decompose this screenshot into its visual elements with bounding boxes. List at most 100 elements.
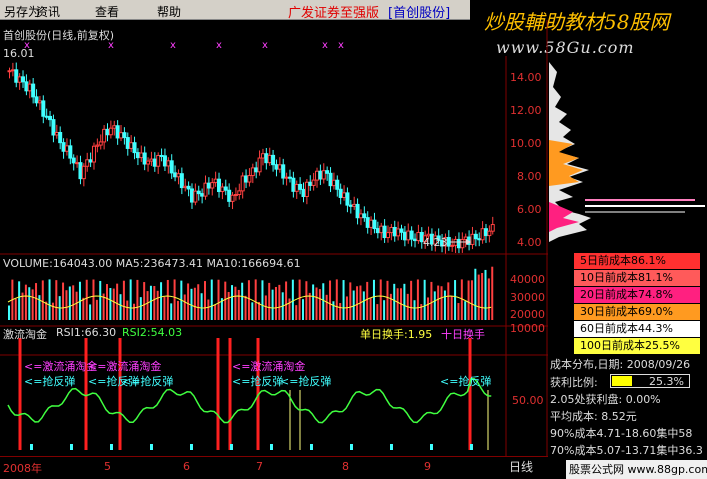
indicator-tick-bar xyxy=(310,444,313,450)
volume-bar xyxy=(244,295,247,320)
volume-bar xyxy=(447,282,450,320)
candle-body xyxy=(483,228,488,237)
volume-bar xyxy=(48,279,51,320)
candle-body xyxy=(345,192,350,206)
volume-tick: 20000 xyxy=(510,308,545,321)
candle-body xyxy=(372,219,377,230)
volume-bar xyxy=(231,285,234,320)
volume-bar xyxy=(254,279,257,320)
candle-body xyxy=(142,152,147,165)
candle-body xyxy=(274,164,279,170)
volume-bar xyxy=(450,296,453,320)
avg-cost: 平均成本: 8.52元 xyxy=(550,410,637,423)
menu-help[interactable]: 帮助 xyxy=(157,3,181,20)
volume-bar xyxy=(295,305,298,320)
candle-body xyxy=(162,155,167,167)
candle-body xyxy=(48,115,53,121)
volume-bar xyxy=(396,288,399,320)
volume-bar xyxy=(214,304,217,320)
candle-body xyxy=(473,233,478,240)
volume-bar xyxy=(268,282,271,320)
candle-body xyxy=(112,125,117,129)
cost-row-30: 30日前成本69.0% xyxy=(574,304,700,320)
candle-body xyxy=(250,167,255,177)
candle-body xyxy=(365,217,370,228)
volume-bar xyxy=(467,280,470,320)
candle-body xyxy=(24,81,29,92)
volume-bar xyxy=(372,279,375,320)
price-tick: 6.00 xyxy=(517,203,542,216)
volume-bar xyxy=(443,290,446,320)
volume-bar xyxy=(126,300,129,320)
volume-bar xyxy=(14,298,17,320)
candle-body xyxy=(122,132,127,139)
candle-body xyxy=(27,83,32,92)
volume-bar xyxy=(146,291,149,320)
candle-body xyxy=(281,164,286,179)
volume-bar xyxy=(237,289,240,320)
volume-bar xyxy=(369,297,372,320)
volume-bar xyxy=(190,288,193,320)
period-tab-daily[interactable]: 日线 xyxy=(509,458,533,475)
candle-body xyxy=(95,144,100,147)
volume-bar xyxy=(156,290,159,320)
main-chart[interactable]: xxxxxxx xyxy=(0,20,548,456)
menu-save-as[interactable]: 另存为 xyxy=(4,3,40,20)
candle-body xyxy=(369,219,374,228)
cost-70: 70%成本5.07-13.71集中36.3 xyxy=(550,444,703,457)
indicator-rsi1: RSI1:66.30 xyxy=(56,326,117,339)
volume-header: VOLUME:164043.00 MA5:236473.41 MA10:1666… xyxy=(3,257,301,270)
candle-body xyxy=(85,159,90,167)
candle-body xyxy=(406,230,411,241)
candle-body xyxy=(291,177,296,192)
candle-body xyxy=(311,179,316,186)
volume-bar xyxy=(82,297,85,320)
volume-bar xyxy=(31,289,34,320)
volume-bar xyxy=(99,280,102,320)
candle-body xyxy=(328,172,333,187)
volume-bar xyxy=(75,291,78,320)
stock-header: 首创股份(日线,前复权) xyxy=(3,29,115,42)
candle-body xyxy=(264,153,269,164)
candle-body xyxy=(260,153,265,159)
candle-body xyxy=(450,244,455,247)
candle-body xyxy=(189,188,194,203)
volume-bar xyxy=(278,284,281,320)
candle-body xyxy=(217,178,222,193)
candle-body xyxy=(230,194,235,202)
cost-row-10: 10日前成本81.1% xyxy=(574,270,700,286)
candle-body xyxy=(223,186,228,191)
menu-news[interactable]: 资讯 xyxy=(36,3,60,20)
top-marker: x xyxy=(262,40,268,51)
volume-bar xyxy=(241,282,244,320)
volume-bar xyxy=(143,282,146,320)
volume-bar xyxy=(170,303,173,320)
candle-body xyxy=(318,170,323,180)
volume-bar xyxy=(234,286,237,320)
candle-body xyxy=(196,190,201,195)
volume-bar xyxy=(109,288,112,320)
volume-bar xyxy=(264,295,267,320)
candle-body xyxy=(21,76,26,83)
candle-body xyxy=(240,175,245,192)
volume-bar xyxy=(389,293,392,320)
volume-bar xyxy=(55,280,58,320)
volume-bar xyxy=(366,281,369,320)
volume-bar xyxy=(322,283,325,320)
menu-view[interactable]: 查看 xyxy=(95,3,119,20)
volume-bar xyxy=(68,286,71,320)
date-tick: 6 xyxy=(183,460,190,473)
volume-bar xyxy=(133,303,136,320)
candle-body xyxy=(54,131,59,136)
indicator-tick-bar xyxy=(30,444,33,450)
top-marker: x xyxy=(338,40,344,51)
candle-body xyxy=(257,157,262,173)
candle-body xyxy=(166,160,171,167)
candle-body xyxy=(399,228,404,233)
candle-body xyxy=(477,238,482,241)
indicator-tick-bar xyxy=(470,444,473,450)
candle-body xyxy=(31,83,36,98)
volume-header-text: VOLUME:164043.00 MA5:236473.41 MA10:1666… xyxy=(3,257,301,270)
cost-distribution-lines xyxy=(585,199,705,213)
profit-line: 2.05处获利盘: 0.00% xyxy=(550,393,661,406)
